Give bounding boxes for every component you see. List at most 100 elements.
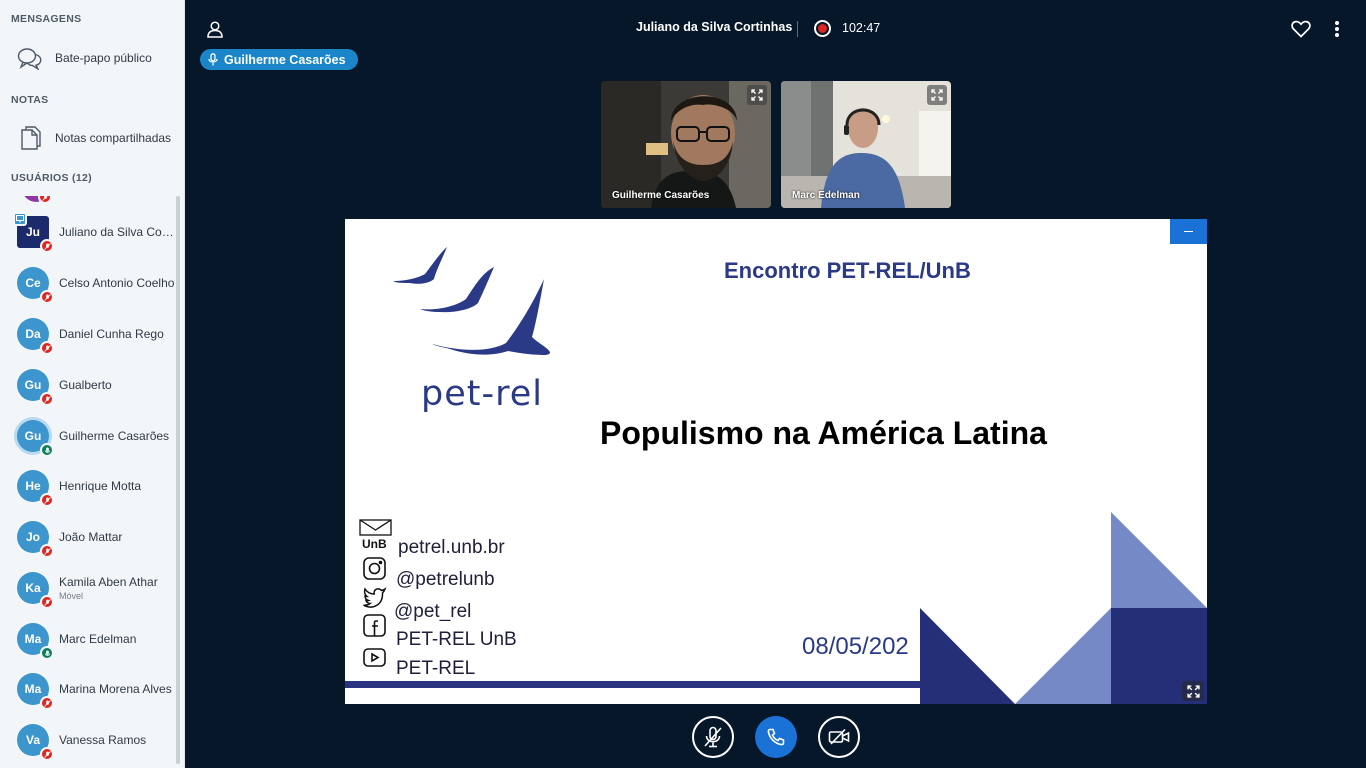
muted-mic-icon: [704, 726, 722, 748]
user-row[interactable]: Gu Gualberto: [0, 360, 178, 410]
youtube-icon: [363, 648, 386, 667]
instagram-icon: [363, 557, 386, 580]
pet-rel-birds-logo: [393, 247, 550, 355]
user-name: Henrique Motta: [59, 479, 142, 493]
muted-mic-icon: [38, 196, 52, 204]
avatar-initials: Da: [25, 327, 41, 341]
public-chat-link[interactable]: Bate-papo público: [0, 40, 184, 76]
logo-text: pet-rel: [421, 374, 543, 414]
twitter-text: @pet_rel: [394, 601, 472, 622]
user-row[interactable]: Ju Juliano da Silva Cortinhas: [0, 207, 178, 257]
user-row[interactable]: Jo João Mattar: [0, 512, 178, 562]
user-row[interactable]: Gu Guilherme Casarões: [0, 411, 178, 461]
avatar: Ka: [17, 572, 54, 609]
youtube-text: PET-REL: [396, 658, 476, 679]
avatar-initials: Gu: [24, 378, 42, 392]
more-options-icon[interactable]: [1326, 18, 1348, 40]
user-row[interactable]: Ma Marc Edelman: [0, 614, 178, 664]
notes-section-title: NOTAS: [11, 94, 49, 106]
user-name: Gualberto: [59, 378, 112, 392]
user-name: Vanessa Ramos: [59, 733, 147, 747]
avatar: Da: [17, 318, 54, 355]
users-scrollbar[interactable]: [176, 196, 180, 764]
avatar-initials: Gu: [24, 429, 42, 443]
user-row[interactable]: Ka Kamila Aben Athar Móvel: [0, 563, 178, 613]
user-row[interactable]: Va Vanessa Ramos: [0, 715, 178, 765]
fullscreen-icon[interactable]: [927, 85, 947, 105]
users-list[interactable]: Ju Juliano da Silva Cortinhas Ce Celso A…: [0, 196, 184, 768]
shared-notes-link[interactable]: Notas compartilhadas: [0, 120, 184, 156]
divider: [797, 21, 798, 37]
shared-notes-label: Notas compartilhadas: [55, 131, 172, 145]
avatar: Gu: [17, 420, 54, 457]
avatar: Ma: [17, 673, 54, 710]
fullscreen-icon[interactable]: [1182, 681, 1204, 701]
sidebar: MENSAGENS Bate-papo público NOTAS Notas …: [0, 0, 185, 768]
user-row[interactable]: Da Daniel Cunha Rego: [0, 309, 178, 359]
mic-on-icon: [40, 646, 54, 660]
avatar: Jo: [17, 521, 54, 558]
minimize-presentation-button[interactable]: [1170, 219, 1207, 244]
chat-icon: [17, 45, 43, 71]
webcam-image: [601, 81, 771, 208]
muted-mic-icon: [40, 493, 54, 507]
facebook-icon: [363, 614, 386, 637]
avatar: He: [17, 470, 54, 507]
muted-mic-icon: [40, 595, 54, 609]
muted-mic-icon: [40, 696, 54, 710]
user-row[interactable]: Ma Marina Morena Alves: [0, 664, 178, 714]
avatar-initials: Va: [25, 733, 40, 747]
fullscreen-icon[interactable]: [747, 85, 767, 105]
audio-phone-button[interactable]: [755, 716, 797, 758]
presentation-slide[interactable]: pet-rel Encontro PET-REL/UnB Populismo n…: [345, 219, 1207, 704]
avatar-initials: He: [25, 479, 41, 493]
user-name: Marina Morena Alves: [59, 682, 172, 696]
user-name: Guilherme Casarões: [59, 429, 170, 443]
slide-title: Populismo na América Latina: [600, 415, 1047, 451]
instagram-text: @petrelunb: [396, 569, 495, 590]
unmute-mic-button[interactable]: [692, 716, 734, 758]
messages-section-title: MENSAGENS: [11, 13, 82, 25]
slide-header: Encontro PET-REL/UnB: [724, 258, 971, 283]
avatar: Gu: [17, 369, 54, 406]
muted-mic-icon: [40, 341, 54, 355]
user-list-toggle-icon[interactable]: [204, 18, 226, 40]
muted-mic-icon: [40, 239, 54, 253]
avatar-initials: Ma: [24, 632, 42, 646]
user-name: Celso Antonio Coelho: [59, 276, 175, 290]
webcam-image: [781, 81, 951, 208]
public-chat-label: Bate-papo público: [55, 51, 152, 65]
user-name: Marc Edelman: [59, 632, 137, 646]
slide-date: 08/05/202: [802, 633, 909, 660]
avatar-initials: Jo: [25, 530, 40, 544]
meeting-title: Juliano da Silva Cortinhas: [636, 20, 793, 34]
user-name: Kamila Aben Athar Móvel: [59, 575, 177, 601]
webcam-video[interactable]: Marc Edelman: [781, 81, 951, 208]
presenter-icon: [13, 212, 27, 226]
heart-icon[interactable]: [1290, 18, 1312, 40]
current-talker-indicator[interactable]: Guilherme Casarões: [200, 49, 358, 70]
avatar-initials: Ma: [24, 682, 42, 696]
muted-mic-icon: [40, 747, 54, 761]
mic-on-icon: [40, 443, 54, 457]
webcam-video[interactable]: Guilherme Casarões: [601, 81, 771, 208]
muted-mic-icon: [40, 290, 54, 304]
users-section-title: USUÁRIOS (12): [11, 172, 92, 184]
avatar-initials: Ka: [25, 581, 41, 595]
notes-icon: [17, 125, 43, 151]
unb-label: UnB: [362, 537, 387, 551]
share-webcam-button[interactable]: [818, 716, 860, 758]
user-row[interactable]: Ce Celso Antonio Coelho: [0, 258, 178, 308]
twitter-icon: [363, 587, 387, 608]
user-name: Daniel Cunha Rego: [59, 327, 164, 341]
webcam-user-name: Marc Edelman: [792, 190, 860, 201]
recording-icon[interactable]: [814, 20, 831, 37]
unb-envelope-icon: [359, 519, 392, 536]
slide-decoration-bar: [345, 681, 920, 688]
avatar: Va: [17, 724, 54, 761]
avatar: Ce: [17, 267, 54, 304]
user-row[interactable]: He Henrique Motta: [0, 461, 178, 511]
current-talker-name: Guilherme Casarões: [224, 52, 346, 67]
user-name: João Mattar: [59, 530, 123, 544]
avatar: Ju: [13, 212, 54, 253]
